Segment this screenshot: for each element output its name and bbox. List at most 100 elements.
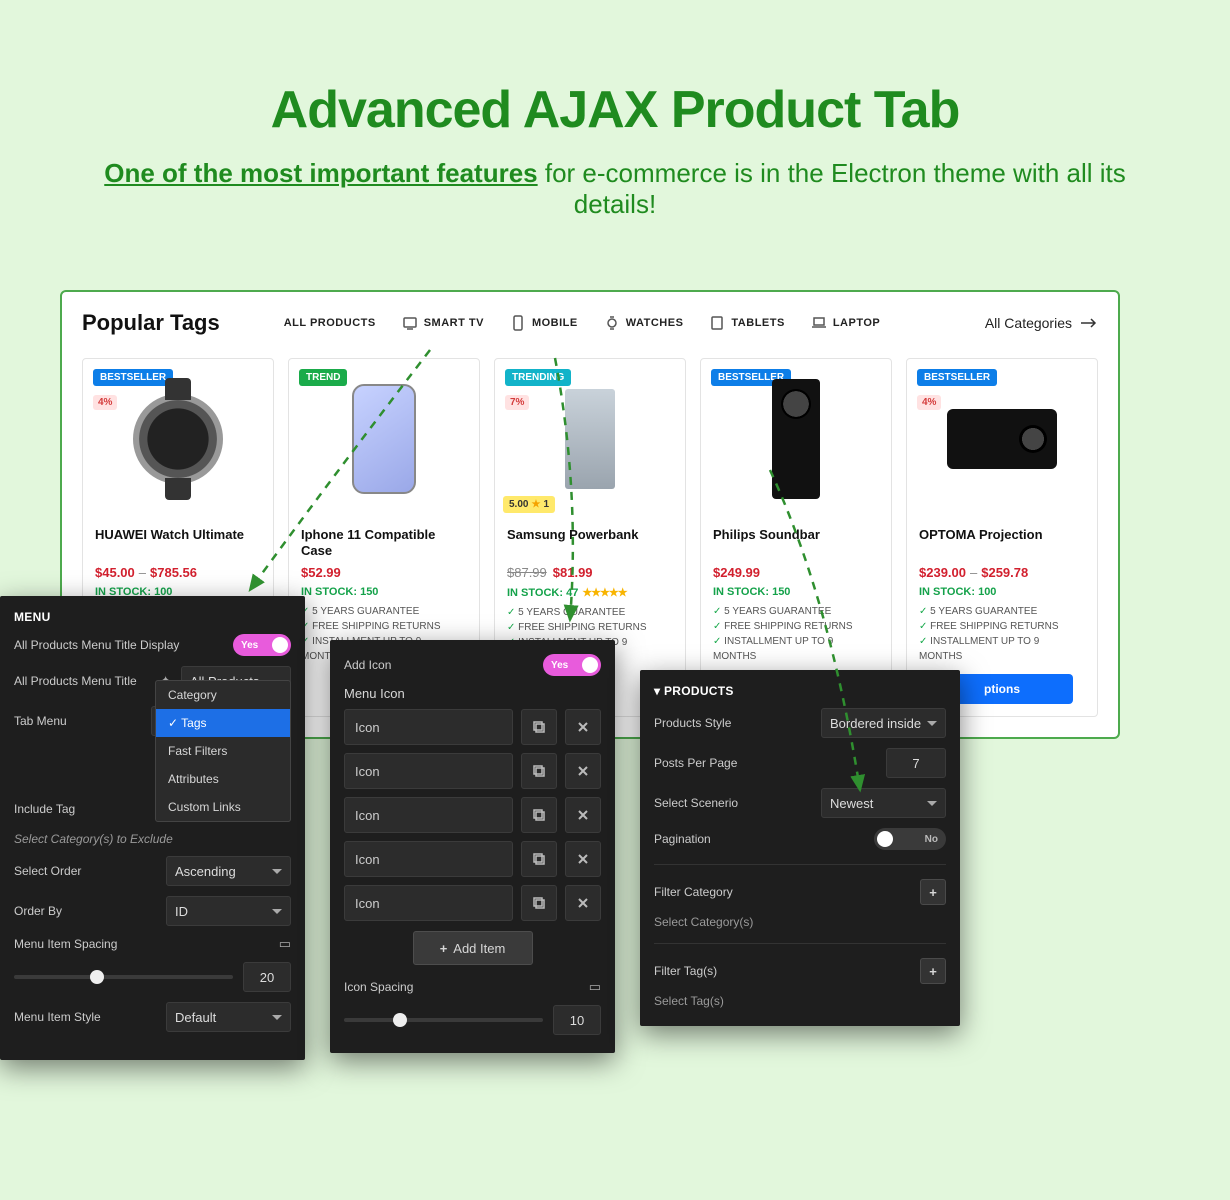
tablet-icon bbox=[709, 315, 725, 331]
product-badge: TRENDING bbox=[505, 369, 571, 386]
tab-laptop[interactable]: LAPTOP bbox=[811, 315, 880, 331]
pagination-toggle[interactable]: No bbox=[874, 828, 946, 850]
icon-row: Icon bbox=[344, 709, 601, 745]
panel-header[interactable]: ▾ PRODUCTS bbox=[654, 684, 946, 698]
product-title: Philips Soundbar bbox=[713, 527, 879, 559]
product-title: Samsung Powerbank bbox=[507, 527, 673, 559]
tab-mobile[interactable]: MOBILE bbox=[510, 315, 578, 331]
responsive-icon[interactable]: ▭ bbox=[279, 936, 291, 952]
menu-item-style-select[interactable]: Default bbox=[166, 1002, 291, 1032]
menu-icon-label: Menu Icon bbox=[344, 686, 601, 701]
select-order-label: Select Order bbox=[14, 864, 156, 878]
arrow-right-icon bbox=[1080, 317, 1098, 329]
hero-title: Advanced AJAX Product Tab bbox=[60, 80, 1170, 140]
tab-watches[interactable]: WATCHES bbox=[604, 315, 684, 331]
product-price: $249.99 bbox=[713, 565, 879, 580]
mobile-icon bbox=[510, 315, 526, 331]
product-title: Iphone 11 Compatible Case bbox=[301, 527, 467, 559]
dropdown-option[interactable]: Attributes bbox=[156, 765, 290, 793]
dropdown-option[interactable]: Category bbox=[156, 681, 290, 709]
add-item-button[interactable]: +Add Item bbox=[413, 931, 533, 965]
product-image: BESTSELLER bbox=[701, 359, 891, 519]
close-icon[interactable] bbox=[565, 709, 601, 745]
dropdown-option[interactable]: Fast Filters bbox=[156, 737, 290, 765]
icon-spacing-value[interactable]: 10 bbox=[553, 1005, 601, 1035]
icon-field[interactable]: Icon bbox=[344, 709, 513, 745]
close-icon[interactable] bbox=[565, 753, 601, 789]
tab-smart-tv[interactable]: SMART TV bbox=[402, 315, 484, 331]
close-icon[interactable] bbox=[565, 841, 601, 877]
display-toggle[interactable]: Yes bbox=[233, 634, 291, 656]
product-price: $45.00–$785.56 bbox=[95, 565, 261, 580]
exclude-note: Select Category(s) to Exclude bbox=[14, 832, 173, 846]
icon-field[interactable]: Icon bbox=[344, 753, 513, 789]
add-icon-label: Add Icon bbox=[344, 658, 533, 672]
discount-badge: 7% bbox=[505, 395, 529, 410]
copy-icon[interactable] bbox=[521, 753, 557, 789]
product-price: $87.99$81.99 bbox=[507, 565, 673, 580]
icon-spacing-label: Icon Spacing bbox=[344, 980, 579, 994]
spacing-slider[interactable] bbox=[14, 975, 233, 979]
product-title: HUAWEI Watch Ultimate bbox=[95, 527, 261, 559]
filter-category-label: Filter Category bbox=[654, 885, 910, 899]
product-stock: IN STOCK: 150 bbox=[301, 586, 467, 598]
icon-row: Icon bbox=[344, 797, 601, 833]
product-badge: TREND bbox=[299, 369, 347, 386]
product-badge: BESTSELLER bbox=[93, 369, 173, 386]
product-stock: IN STOCK: 150 bbox=[713, 586, 879, 598]
select-order[interactable]: Ascending bbox=[166, 856, 291, 886]
product-price: $52.99 bbox=[301, 565, 467, 580]
tab-menu-label: Tab Menu bbox=[14, 714, 141, 728]
close-icon[interactable] bbox=[565, 885, 601, 921]
product-card[interactable]: BESTSELLER 4% OPTOMA Projection $239.00–… bbox=[906, 358, 1098, 717]
icon-row: Icon bbox=[344, 753, 601, 789]
dropdown-option[interactable]: Custom Links bbox=[156, 793, 290, 821]
tab-menu-dropdown: CategoryTagsFast FiltersAttributesCustom… bbox=[155, 680, 291, 822]
scenario-label: Select Scenerio bbox=[654, 796, 811, 810]
all-categories-link[interactable]: All Categories bbox=[985, 315, 1098, 331]
add-icon-toggle[interactable]: Yes bbox=[543, 654, 601, 676]
spacing-label: Menu Item Spacing bbox=[14, 937, 269, 951]
icon-field[interactable]: Icon bbox=[344, 841, 513, 877]
add-filter-category-button[interactable]: + bbox=[920, 879, 946, 905]
copy-icon[interactable] bbox=[521, 709, 557, 745]
spacing-value[interactable]: 20 bbox=[243, 962, 291, 992]
watch-icon bbox=[604, 315, 620, 331]
features-list: 5 YEARS GUARANTEEFREE SHIPPING RETURNSIN… bbox=[713, 604, 879, 664]
product-stock: IN STOCK: 47★★★★★ bbox=[507, 586, 673, 599]
scenario-select[interactable]: Newest bbox=[821, 788, 946, 818]
filter-category-note: Select Category(s) bbox=[654, 915, 946, 929]
icon-field[interactable]: Icon bbox=[344, 885, 513, 921]
discount-badge: 4% bbox=[93, 395, 117, 410]
hero: Advanced AJAX Product Tab One of the mos… bbox=[0, 0, 1230, 250]
icon-field[interactable]: Icon bbox=[344, 797, 513, 833]
product-badge: BESTSELLER bbox=[917, 369, 997, 386]
add-filter-tag-button[interactable]: + bbox=[920, 958, 946, 984]
copy-icon[interactable] bbox=[521, 841, 557, 877]
order-by-label: Order By bbox=[14, 904, 156, 918]
icon-panel: Add Icon Yes Menu Icon Icon Icon Icon Ic… bbox=[330, 640, 615, 1053]
tab-bar: ALL PRODUCTS SMART TV MOBILE WATCHES TAB… bbox=[284, 315, 881, 331]
responsive-icon[interactable]: ▭ bbox=[589, 979, 601, 995]
product-card[interactable]: BESTSELLER Philips Soundbar $249.99 IN S… bbox=[700, 358, 892, 717]
filter-tag-note: Select Tag(s) bbox=[654, 994, 946, 1008]
close-icon[interactable] bbox=[565, 797, 601, 833]
copy-icon[interactable] bbox=[521, 885, 557, 921]
icon-spacing-slider[interactable] bbox=[344, 1018, 543, 1022]
filter-tag-label: Filter Tag(s) bbox=[654, 964, 910, 978]
tab-all-products[interactable]: ALL PRODUCTS bbox=[284, 315, 376, 331]
dropdown-option[interactable]: Tags bbox=[156, 709, 290, 737]
copy-icon[interactable] bbox=[521, 797, 557, 833]
order-by-select[interactable]: ID bbox=[166, 896, 291, 926]
product-title: OPTOMA Projection bbox=[919, 527, 1085, 559]
tab-tablets[interactable]: TABLETS bbox=[709, 315, 784, 331]
icon-row: Icon bbox=[344, 841, 601, 877]
posts-per-page-input[interactable]: 7 bbox=[886, 748, 946, 778]
menu-item-style-label: Menu Item Style bbox=[14, 1010, 156, 1024]
products-style-select[interactable]: Bordered inside bbox=[821, 708, 946, 738]
display-toggle-label: All Products Menu Title Display bbox=[14, 638, 223, 652]
posts-per-page-label: Posts Per Page bbox=[654, 756, 876, 770]
pagination-label: Pagination bbox=[654, 832, 864, 846]
menu-title-label: All Products Menu Title bbox=[14, 674, 150, 688]
product-stock: IN STOCK: 100 bbox=[919, 586, 1085, 598]
